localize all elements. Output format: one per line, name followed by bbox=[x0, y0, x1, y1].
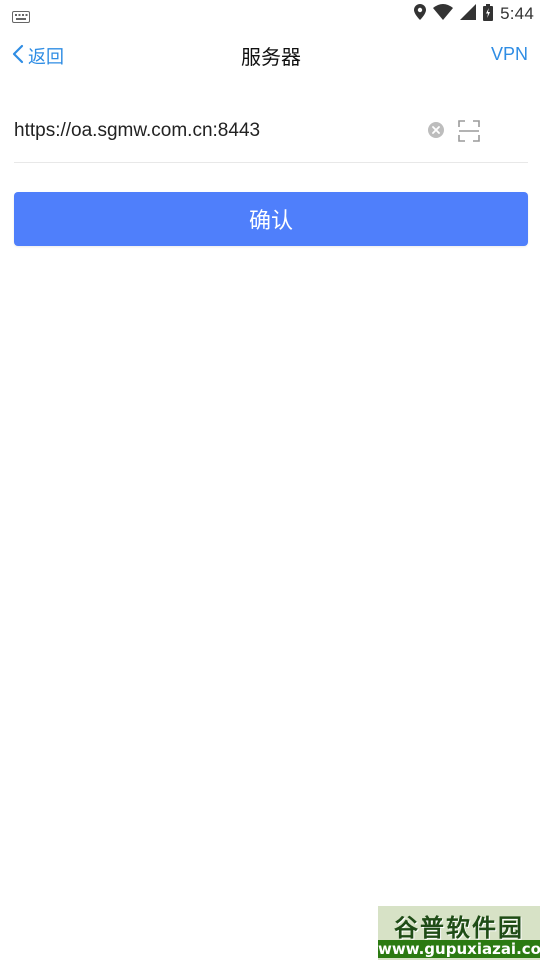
watermark-logo: 谷普软件园 www.gupuxiazai.com bbox=[378, 906, 540, 960]
server-address-input[interactable] bbox=[14, 114, 414, 148]
watermark-title: 谷普软件园 bbox=[394, 914, 524, 942]
status-icons: 5:44 bbox=[414, 3, 534, 25]
scan-icon[interactable] bbox=[458, 120, 480, 142]
watermark-url: www.gupuxiazai.com bbox=[378, 940, 540, 958]
vpn-button[interactable]: VPN bbox=[491, 44, 528, 65]
server-address-row bbox=[14, 104, 528, 163]
location-icon bbox=[414, 4, 427, 24]
keyboard-icon bbox=[12, 8, 30, 23]
confirm-button[interactable]: 确认 bbox=[14, 192, 528, 246]
signal-icon bbox=[460, 4, 477, 24]
status-bar: 5:44 bbox=[0, 0, 542, 28]
wifi-icon bbox=[433, 4, 454, 24]
nav-bar: 返回 服务器 VPN bbox=[0, 28, 542, 84]
status-time: 5:44 bbox=[500, 4, 534, 23]
clear-icon[interactable] bbox=[428, 122, 444, 138]
page-title: 服务器 bbox=[241, 45, 301, 69]
battery-charging-icon bbox=[483, 3, 494, 25]
